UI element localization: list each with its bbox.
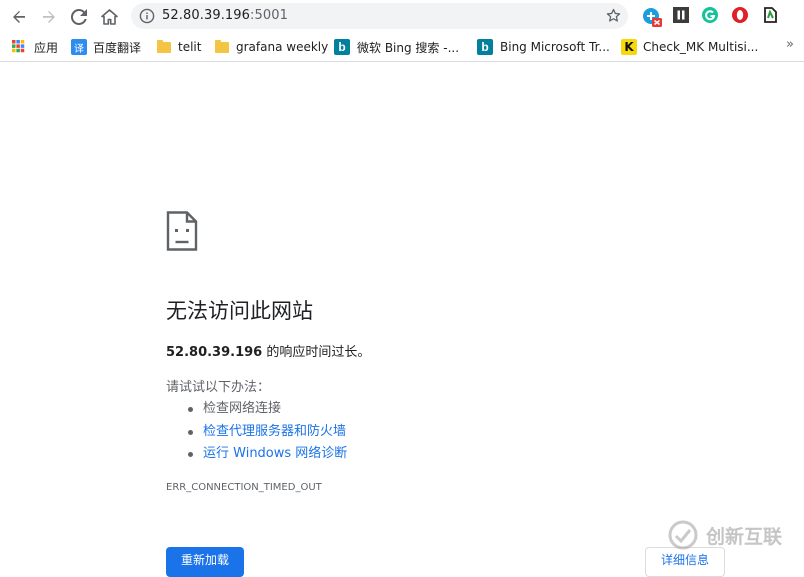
error-host: 52.80.39.196 bbox=[166, 345, 263, 360]
checkmk-icon: K bbox=[621, 39, 637, 55]
apps-grid-icon bbox=[12, 40, 25, 53]
star-icon[interactable] bbox=[605, 7, 622, 28]
baidu-translate-icon: 译 bbox=[71, 39, 87, 55]
opera-extension-icon[interactable] bbox=[731, 6, 751, 26]
address-bar[interactable]: 52.80.39.196:5001 bbox=[131, 3, 628, 29]
error-summary: 52.80.39.196 的响应时间过长。 bbox=[166, 341, 370, 360]
grammarly-icon[interactable] bbox=[701, 6, 721, 26]
info-icon[interactable] bbox=[139, 8, 155, 28]
shield-extension-icon[interactable] bbox=[761, 6, 781, 26]
details-button[interactable]: 详细信息 bbox=[645, 547, 725, 577]
bookmark-label: telit bbox=[178, 40, 202, 54]
bookmark-label: grafana weekly bbox=[236, 40, 329, 54]
suggestion-check-proxy-link[interactable]: 检查代理服务器和防火墙 bbox=[186, 421, 347, 444]
suggestions-title: 请试试以下办法： bbox=[166, 380, 271, 395]
watermark-text: 创新互联 bbox=[706, 525, 783, 548]
bookmark-grafana-weekly[interactable]: grafana weekly bbox=[215, 38, 328, 56]
bookmark-label: Check_MK Multisi... bbox=[643, 40, 759, 54]
folder-icon bbox=[215, 39, 229, 53]
bookmarks-bar: 应用 译 百度翻译 telit grafana weekly b 微软 Bing… bbox=[0, 34, 804, 62]
suggestion-run-diagnostics-link[interactable]: 运行 Windows 网络诊断 bbox=[186, 443, 347, 466]
bookmark-apps[interactable]: 应用 bbox=[12, 38, 58, 56]
bing-icon: b bbox=[334, 39, 350, 55]
error-summary-text: 的响应时间过长。 bbox=[262, 345, 371, 360]
error-code: ERR_CONNECTION_TIMED_OUT bbox=[166, 482, 322, 493]
error-heading: 无法访问此网站 bbox=[166, 299, 313, 323]
translate-extension-icon[interactable] bbox=[641, 6, 662, 27]
bookmark-telit[interactable]: telit bbox=[157, 38, 201, 56]
bookmark-label: 应用 bbox=[34, 40, 59, 55]
reload-button[interactable]: 重新加载 bbox=[166, 547, 244, 577]
bookmark-baidu-translate[interactable]: 译 百度翻译 bbox=[71, 38, 141, 56]
reload-icon bbox=[71, 9, 87, 25]
url-port: :5001 bbox=[250, 8, 289, 23]
arrow-right-icon bbox=[43, 11, 55, 23]
browser-toolbar: 52.80.39.196:5001 bbox=[0, 0, 804, 34]
reload-toolbar-button[interactable] bbox=[67, 5, 91, 29]
forward-button[interactable] bbox=[37, 5, 61, 29]
brand-logo-icon bbox=[668, 520, 698, 550]
suggestion-check-connection: 检查网络连接 bbox=[186, 398, 347, 421]
bookmark-label: Bing Microsoft Tr... bbox=[500, 40, 610, 54]
bookmark-bing-translator[interactable]: b Bing Microsoft Tr... bbox=[477, 38, 610, 56]
bookmark-bing-search[interactable]: b 微软 Bing 搜索 -... bbox=[334, 38, 459, 56]
bookmark-label: 微软 Bing 搜索 -... bbox=[357, 40, 460, 55]
home-button[interactable] bbox=[97, 5, 121, 29]
watermark: 创新互联 bbox=[668, 520, 782, 550]
sad-page-icon bbox=[166, 211, 198, 251]
folder-icon bbox=[157, 39, 171, 53]
bookmark-label: 百度翻译 bbox=[93, 40, 142, 55]
pause-extension-icon[interactable] bbox=[672, 6, 692, 26]
suggestions-list: 检查网络连接 检查代理服务器和防火墙 运行 Windows 网络诊断 bbox=[186, 398, 347, 466]
bookmark-checkmk[interactable]: K Check_MK Multisi... bbox=[621, 38, 758, 56]
arrow-left-icon bbox=[13, 11, 25, 23]
bing-icon: b bbox=[477, 39, 493, 55]
bookmarks-overflow-button[interactable]: » bbox=[786, 37, 794, 52]
url-host: 52.80.39.196 bbox=[162, 8, 251, 23]
url-text: 52.80.39.196:5001 bbox=[162, 8, 288, 23]
back-button[interactable] bbox=[7, 5, 31, 29]
home-icon bbox=[100, 9, 118, 25]
